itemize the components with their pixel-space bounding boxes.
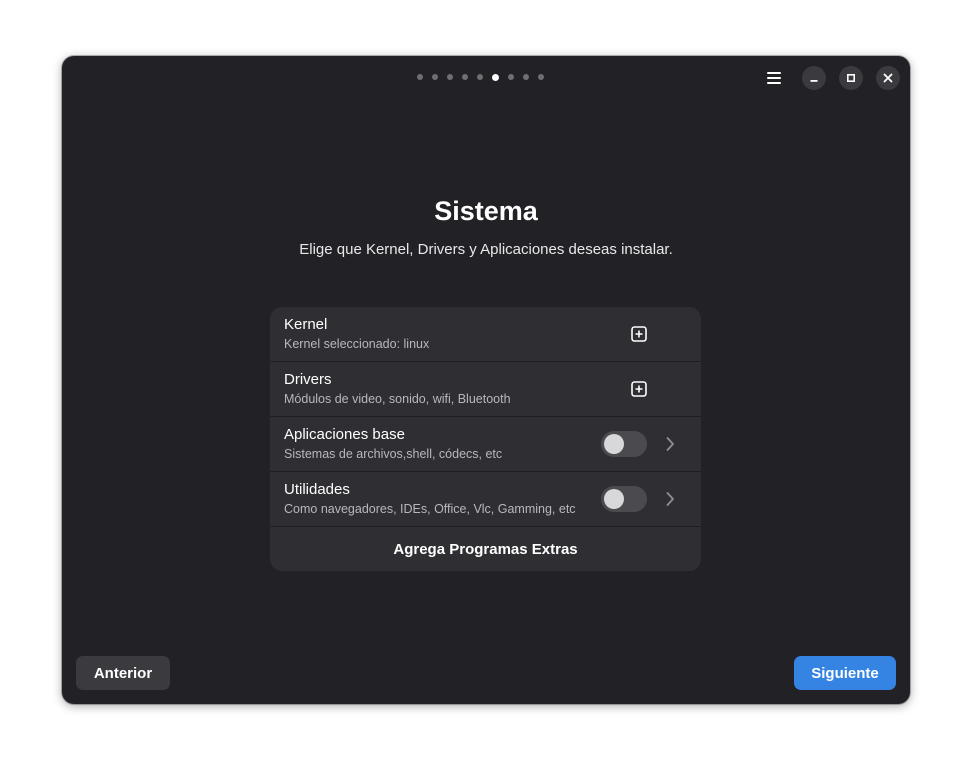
row-title: Drivers — [284, 371, 332, 388]
hamburger-menu-icon — [767, 72, 781, 84]
page-dot-active[interactable] — [491, 73, 499, 81]
previous-button[interactable]: Anterior — [76, 656, 170, 690]
page-subtitle: Elige que Kernel, Drivers y Aplicaciones… — [299, 241, 673, 258]
row-title: Utilidades — [284, 481, 350, 498]
next-button[interactable]: Siguiente — [794, 656, 896, 690]
minimize-icon — [810, 80, 818, 82]
add-box-icon — [631, 326, 647, 342]
add-extra-programs-button[interactable]: Agrega Programas Extras — [270, 527, 701, 571]
chevron-right-icon — [666, 437, 674, 451]
system-options-list: Kernel Kernel seleccionado: linux Driver… — [270, 307, 701, 571]
row-subtitle: Sistemas de archivos,shell, códecs, etc — [284, 447, 503, 461]
page-title: Sistema — [434, 196, 538, 226]
page-dot[interactable] — [416, 74, 423, 80]
page-dot[interactable] — [507, 74, 514, 80]
page-dot[interactable] — [476, 74, 483, 80]
utilities-toggle[interactable] — [601, 486, 647, 512]
row-title: Kernel — [284, 316, 328, 333]
row-subtitle: Módulos de video, sonido, wifi, Bluetoot… — [284, 392, 511, 406]
row-subtitle: Como navegadores, IDEs, Office, Vlc, Gam… — [284, 502, 576, 516]
page-dot[interactable] — [522, 74, 529, 80]
close-icon — [883, 73, 893, 83]
list-row-drivers[interactable]: Drivers Módulos de video, sonido, wifi, … — [270, 362, 701, 417]
page-dot[interactable] — [431, 74, 438, 80]
maximize-icon — [846, 73, 856, 83]
toggle-knob — [604, 489, 624, 509]
installer-window: Sistema Elige que Kernel, Drivers y Apli… — [62, 56, 910, 704]
kernel-add-button[interactable] — [622, 321, 656, 347]
maximize-button[interactable] — [839, 66, 863, 90]
row-subtitle: Kernel seleccionado: linux — [284, 337, 430, 351]
drivers-add-button[interactable] — [622, 376, 656, 402]
minimize-button[interactable] — [802, 66, 826, 90]
page-dot[interactable] — [537, 74, 544, 80]
list-row-kernel[interactable]: Kernel Kernel seleccionado: linux — [270, 307, 701, 362]
close-button[interactable] — [876, 66, 900, 90]
main-menu-button[interactable] — [758, 66, 790, 90]
toggle-knob — [604, 434, 624, 454]
base-apps-expand[interactable] — [660, 434, 680, 454]
list-row-base-apps[interactable]: Aplicaciones base Sistemas de archivos,s… — [270, 417, 701, 472]
page-dot[interactable] — [446, 74, 453, 80]
add-box-icon — [631, 381, 647, 397]
utilities-expand[interactable] — [660, 489, 680, 509]
chevron-right-icon — [666, 492, 674, 506]
row-title: Aplicaciones base — [284, 426, 405, 443]
page-dot[interactable] — [461, 74, 468, 80]
base-apps-toggle[interactable] — [601, 431, 647, 457]
list-row-utilities[interactable]: Utilidades Como navegadores, IDEs, Offic… — [270, 472, 701, 527]
